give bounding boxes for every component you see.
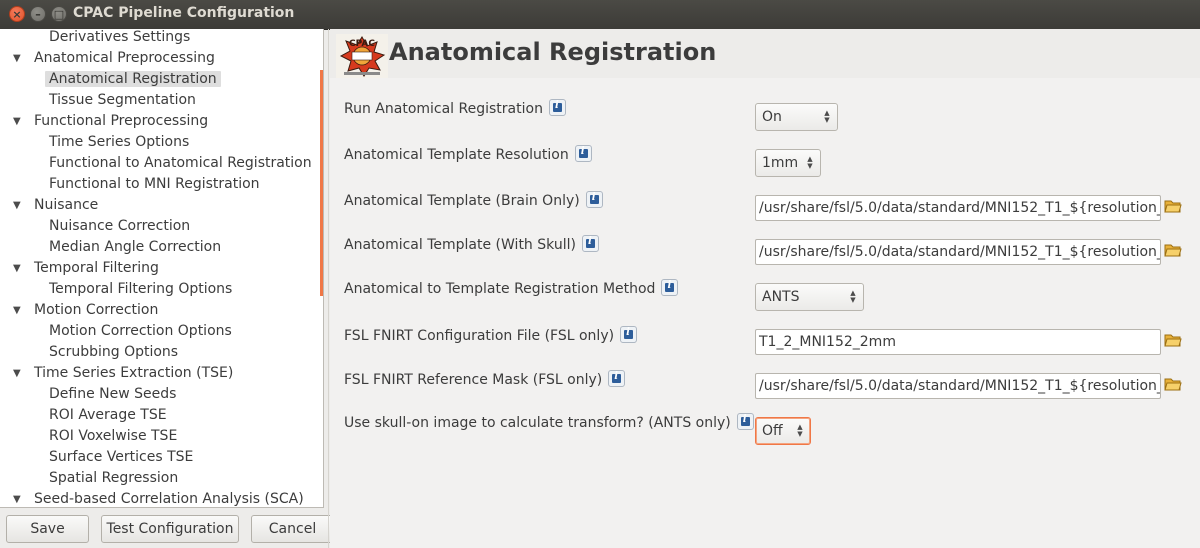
tree-item[interactable]: Functional to MNI Registration: [49, 174, 260, 195]
tree-item-label: ROI Voxelwise TSE: [49, 428, 178, 444]
updown-arrows-icon: ▲ ▼: [850, 289, 856, 304]
tree-item-label: Temporal Filtering: [34, 260, 159, 276]
tree-item-label: Anatomical Registration: [45, 71, 221, 87]
tree-item[interactable]: Spatial Regression: [49, 468, 178, 489]
tree-item-label: Time Series Extraction (TSE): [34, 365, 234, 381]
tree-item-label: Scrubbing Options: [49, 344, 179, 360]
template-resolution-select[interactable]: 1mm ▲ ▼: [755, 149, 821, 177]
open-folder-icon[interactable]: [1164, 242, 1182, 258]
registration-method-label: Anatomical to Template Registration Meth…: [344, 279, 679, 297]
tree-item[interactable]: ROI Average TSE: [49, 405, 167, 426]
skull-on-select[interactable]: Off ▲ ▼: [755, 417, 811, 445]
template-brain-only-label: Anatomical Template (Brain Only): [344, 191, 603, 209]
tree-item[interactable]: Median Angle Correction: [49, 237, 221, 258]
tree-item-label: Functional to MNI Registration: [49, 176, 260, 192]
tree-item-label: ROI Average TSE: [49, 407, 167, 423]
window-minimize-button[interactable]: –: [30, 6, 46, 22]
tree-item-label: Motion Correction: [34, 302, 159, 318]
template-resolution-label: Anatomical Template Resolution: [344, 145, 592, 163]
run-registration-label: Run Anatomical Registration: [344, 99, 566, 117]
help-icon[interactable]: [620, 326, 638, 343]
expand-arrow-icon[interactable]: ▼: [13, 111, 25, 132]
tree-item-label: Nuisance Correction: [49, 218, 191, 234]
window-title: CPAC Pipeline Configuration: [73, 5, 295, 21]
tree-item-label: Surface Vertices TSE: [49, 449, 194, 465]
tree-item[interactable]: Define New Seeds: [49, 384, 176, 405]
tree-item[interactable]: Scrubbing Options: [49, 342, 178, 363]
tree-item-label: Median Angle Correction: [49, 239, 222, 255]
expand-arrow-icon[interactable]: ▼: [13, 363, 25, 384]
help-icon[interactable]: [548, 99, 566, 116]
tree-item[interactable]: Anatomical Registration: [45, 69, 221, 90]
cpac-logo: CPAC: [336, 34, 388, 78]
help-icon[interactable]: [661, 279, 679, 296]
tree-category[interactable]: ▼ Temporal Filtering: [13, 258, 159, 279]
settings-tree[interactable]: Derivatives Settings ▼ Anatomical Preproce…: [0, 29, 324, 508]
tree-category[interactable]: ▼ Nuisance: [13, 195, 99, 216]
content-divider: [328, 29, 329, 548]
tree-item-label: Derivatives Settings: [49, 29, 191, 45]
open-folder-icon[interactable]: [1164, 376, 1182, 392]
open-folder-icon[interactable]: [1164, 198, 1182, 214]
page-title: Anatomical Registration: [389, 38, 717, 66]
tree-item[interactable]: ROI Voxelwise TSE: [49, 426, 177, 447]
open-folder-icon[interactable]: [1164, 332, 1182, 348]
expand-arrow-icon[interactable]: ▼: [13, 489, 25, 507]
tree-item-label: Anatomical Preprocessing: [34, 50, 215, 66]
tree-category[interactable]: ▼ Anatomical Preprocessing: [13, 48, 215, 69]
save-button[interactable]: Save: [6, 515, 89, 543]
tree-category[interactable]: ▼ Time Series Extraction (TSE): [13, 363, 234, 384]
tree-item-label: Tissue Segmentation: [49, 92, 196, 108]
help-icon[interactable]: [581, 235, 599, 252]
window-maximize-button[interactable]: □: [51, 6, 67, 22]
tree-item[interactable]: Motion Correction Options: [49, 321, 232, 342]
tree-item-label: Time Series Options: [49, 134, 190, 150]
help-icon[interactable]: [585, 191, 603, 208]
tree-item-label: Define New Seeds: [49, 386, 177, 402]
tree-item-label: Functional to Anatomical Registration: [49, 155, 312, 171]
help-icon[interactable]: [608, 370, 626, 387]
skull-on-label: Use skull-on image to calculate transfor…: [344, 413, 754, 431]
tree-item[interactable]: Surface Vertices TSE: [49, 447, 193, 468]
test-configuration-button[interactable]: Test Configuration: [101, 515, 239, 543]
tree-item[interactable]: Derivatives Settings: [49, 29, 190, 48]
fnirt-mask-label: FSL FNIRT Reference Mask (FSL only): [344, 370, 626, 388]
tree-item[interactable]: Temporal Filtering Options: [49, 279, 232, 300]
window-close-button[interactable]: ×: [9, 6, 25, 22]
help-icon[interactable]: [736, 413, 754, 430]
registration-method-select[interactable]: ANTS ▲ ▼: [755, 283, 864, 311]
cancel-button[interactable]: Cancel: [251, 515, 334, 543]
tree-item[interactable]: Tissue Segmentation: [49, 90, 196, 111]
tree-item[interactable]: Nuisance Correction: [49, 216, 190, 237]
updown-arrows-icon: ▲ ▼: [824, 109, 830, 124]
tree-item-label: Motion Correction Options: [49, 323, 232, 339]
expand-arrow-icon[interactable]: ▼: [13, 258, 25, 279]
logo-text: CPAC: [349, 39, 375, 49]
tree-item[interactable]: Functional to Anatomical Registration: [49, 153, 312, 174]
tree-item[interactable]: Time Series Options: [49, 132, 189, 153]
tree-category[interactable]: ▼ Motion Correction: [13, 300, 159, 321]
help-icon[interactable]: [574, 145, 592, 162]
window-titlebar: × – □ CPAC Pipeline Configuration: [0, 0, 1200, 30]
tree-item-label: Nuisance: [34, 197, 99, 213]
template-with-skull-label: Anatomical Template (With Skull): [344, 235, 599, 253]
expand-arrow-icon[interactable]: ▼: [13, 195, 25, 216]
template-brain-only-input[interactable]: /usr/share/fsl/5.0/data/standard/MNI152_…: [755, 195, 1161, 221]
tree-category[interactable]: ▼ Functional Preprocessing: [13, 111, 209, 132]
fnirt-config-label: FSL FNIRT Configuration File (FSL only): [344, 326, 638, 344]
tree-item-label: Spatial Regression: [49, 470, 179, 486]
splitter-handle[interactable]: [320, 70, 323, 296]
tree-item-label: Seed-based Correlation Analysis (SCA): [34, 491, 304, 507]
updown-arrows-icon: ▲ ▼: [797, 423, 803, 438]
fnirt-mask-input[interactable]: /usr/share/fsl/5.0/data/standard/MNI152_…: [755, 373, 1161, 399]
expand-arrow-icon[interactable]: ▼: [13, 48, 25, 69]
expand-arrow-icon[interactable]: ▼: [13, 300, 25, 321]
tree-item-label: Functional Preprocessing: [34, 113, 209, 129]
tree-category[interactable]: ▼ Seed-based Correlation Analysis (SCA): [13, 489, 304, 507]
template-with-skull-input[interactable]: /usr/share/fsl/5.0/data/standard/MNI152_…: [755, 239, 1161, 265]
updown-arrows-icon: ▲ ▼: [807, 155, 813, 170]
tree-item-label: Temporal Filtering Options: [49, 281, 233, 297]
run-registration-select[interactable]: On ▲ ▼: [755, 103, 838, 131]
fnirt-config-input[interactable]: T1_2_MNI152_2mm: [755, 329, 1161, 355]
